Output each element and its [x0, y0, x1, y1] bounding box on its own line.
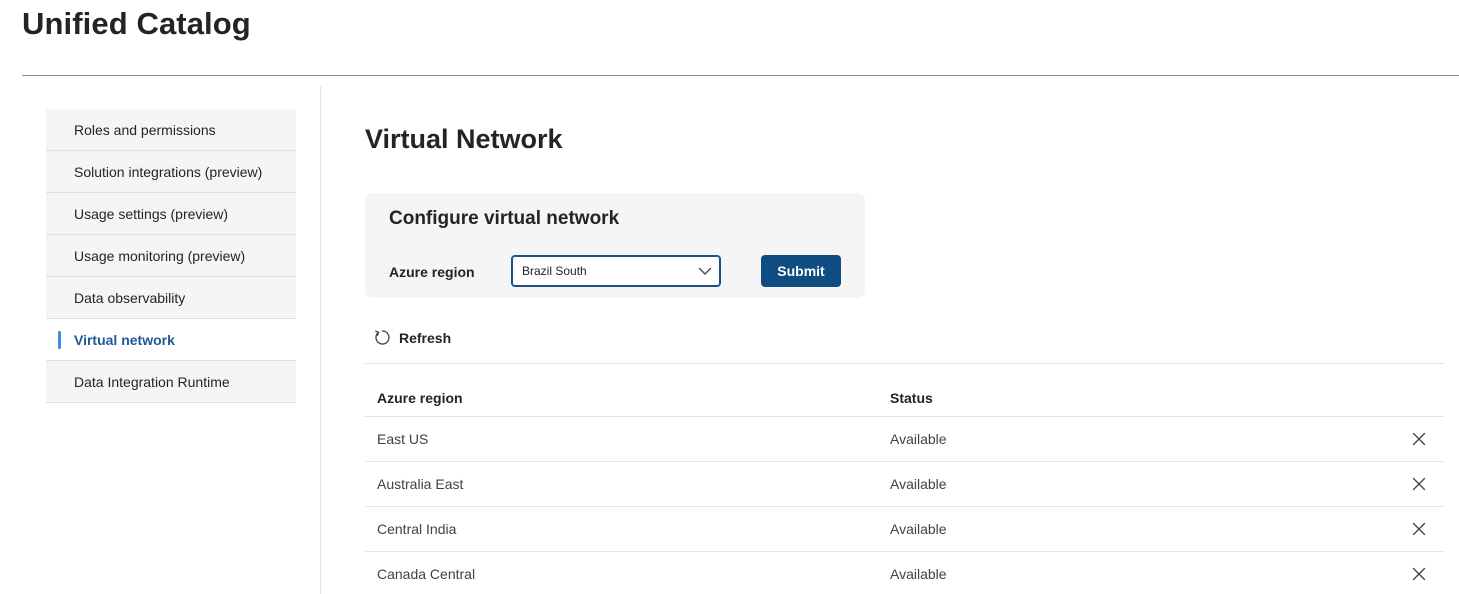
table-row: Central India Available: [365, 507, 1444, 552]
refresh-icon: [375, 330, 390, 345]
page-title: Virtual Network: [365, 124, 563, 154]
sidebar-item-label: Solution integrations (preview): [74, 163, 263, 180]
region-cell: Central India: [377, 521, 457, 537]
sidebar-item-label: Usage monitoring (preview): [74, 247, 246, 264]
region-cell: Canada Central: [377, 566, 476, 582]
toolbar-divider: [365, 363, 1444, 364]
status-cell: Available: [890, 431, 947, 447]
selected-region: Brazil South: [522, 264, 587, 278]
app-title: Unified Catalog: [22, 6, 251, 41]
close-icon[interactable]: [1411, 566, 1427, 582]
close-icon[interactable]: [1411, 431, 1427, 447]
submit-button[interactable]: Submit: [761, 255, 841, 287]
refresh-button[interactable]: Refresh: [374, 329, 451, 346]
refresh-label: Refresh: [399, 329, 452, 346]
header-divider: [22, 75, 1459, 76]
azure-region-label: Azure region: [389, 264, 475, 280]
close-icon[interactable]: [1411, 476, 1427, 492]
status-cell: Available: [890, 476, 947, 492]
status-cell: Available: [890, 566, 947, 582]
column-header-azure-region: Azure region: [377, 390, 463, 406]
table-header: Azure region Status: [365, 380, 1444, 417]
sidebar-item-data-observability[interactable]: Data observability: [46, 277, 296, 319]
status-cell: Available: [890, 521, 947, 537]
sidebar-item-label: Data observability: [74, 289, 186, 306]
sidebar-item-label: Virtual network: [74, 331, 175, 348]
sidebar-item-usage-monitoring[interactable]: Usage monitoring (preview): [46, 235, 296, 277]
column-header-status: Status: [890, 390, 933, 406]
sidebar-item-virtual-network[interactable]: Virtual network: [46, 319, 296, 361]
card-title: Configure virtual network: [389, 208, 620, 229]
azure-region-dropdown[interactable]: Brazil South: [511, 255, 721, 287]
table-row: East US Available: [365, 417, 1444, 462]
sidebar-divider: [320, 86, 321, 594]
sidebar-item-solution-integrations[interactable]: Solution integrations (preview): [46, 151, 296, 193]
sidebar-item-roles-and-permissions[interactable]: Roles and permissions: [46, 109, 296, 151]
table-row: Australia East Available: [365, 462, 1444, 507]
settings-page: Unified Catalog Roles and permissions So…: [0, 0, 1459, 594]
region-cell: Australia East: [377, 476, 464, 492]
configure-vnet-card: Configure virtual network Azure region B…: [365, 193, 865, 298]
sidebar-item-usage-settings[interactable]: Usage settings (preview): [46, 193, 296, 235]
sidebar-item-label: Roles and permissions: [74, 121, 216, 138]
vnet-region-table: Azure region Status East US Available Au…: [365, 380, 1444, 594]
active-indicator: [58, 331, 61, 349]
sidebar-item-data-integration-runtime[interactable]: Data Integration Runtime: [46, 361, 296, 403]
close-icon[interactable]: [1411, 521, 1427, 537]
chevron-down-icon: [698, 267, 712, 275]
sidebar-item-label: Usage settings (preview): [74, 205, 229, 222]
region-cell: East US: [377, 431, 429, 447]
sidebar-nav: Roles and permissions Solution integrati…: [46, 109, 296, 403]
sidebar-item-label: Data Integration Runtime: [74, 373, 230, 390]
table-row: Canada Central Available: [365, 552, 1444, 594]
